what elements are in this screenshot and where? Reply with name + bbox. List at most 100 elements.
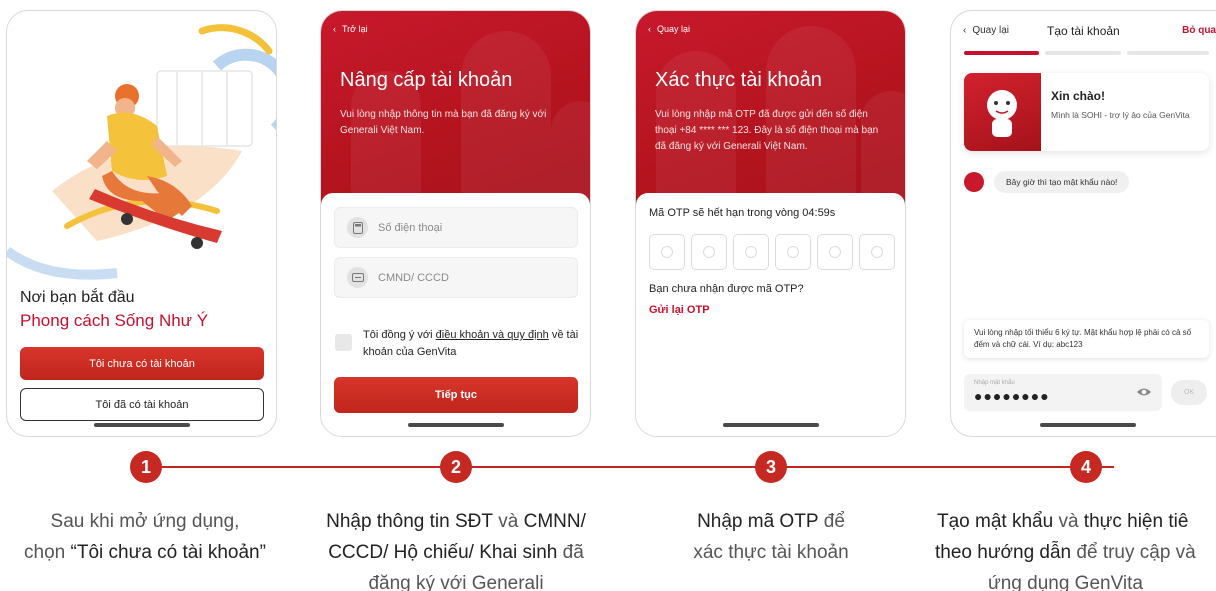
caption-text: và — [492, 511, 524, 532]
caption-line: chọn “Tôi chưa có tài khoản” — [0, 537, 290, 568]
skateboarder-illustration — [7, 24, 276, 280]
caption-line: ứng dụng GenVita — [988, 573, 1143, 591]
caption-emphasis: theo hướng dẫn — [935, 542, 1072, 563]
phone-screen-create-account: ‹ Quay lại Tạo tài khoản Bỏ qua Xin chào… — [950, 10, 1216, 437]
otp-expiry-text: Mã OTP sẽ hết hạn trong vòng 04:59s — [649, 207, 836, 219]
page-description: Vui lòng nhập mã OTP đã được gửi đến số … — [655, 109, 879, 152]
continue-button[interactable]: Tiếp tục — [334, 377, 578, 413]
greeting-title: Xin chào! — [1051, 89, 1106, 103]
caption-emphasis: Nhập thông tin SĐT — [326, 511, 493, 532]
step-caption-2: Nhập thông tin SĐT và CMNN/ CCCD/ Hộ chi… — [300, 506, 612, 591]
otp-digit-input[interactable] — [733, 234, 769, 270]
progress-step-active — [964, 51, 1039, 55]
phone-screen-upgrade: ‹ Trở lại Nâng cấp tài khoản Vui lòng nh… — [320, 10, 591, 437]
phone-screen-otp: ‹ Quay lại Xác thực tài khoản Vui lòng n… — [635, 10, 906, 437]
id-field[interactable]: CMND/ CCCD — [334, 257, 578, 298]
caption-emphasis: CMNN/ — [523, 511, 586, 532]
chat-bubble: Bây giờ thì tạo mật khẩu nào! — [994, 171, 1130, 193]
chat-message: Bây giờ thì tạo mật khẩu nào! — [964, 171, 1130, 193]
timeline-line — [146, 466, 1114, 468]
caption-emphasis: CCCD/ Hộ chiếu/ Khai sinh — [328, 542, 558, 563]
caption-line: Tạo mật khẩu và thực hiện tiê — [925, 506, 1216, 537]
chevron-left-icon: ‹ — [963, 25, 967, 36]
progress-step — [1045, 51, 1121, 55]
caption-emphasis: thực hiện tiê — [1083, 511, 1189, 532]
terms-text: Tôi đồng ý với điều khoản và quy định về… — [363, 327, 579, 361]
back-link[interactable]: ‹ Trở lại — [333, 24, 368, 34]
step-caption-3: Nhập mã OTP để xác thực tài khoản — [660, 506, 882, 568]
home-indicator — [407, 423, 504, 427]
mascot-avatar — [964, 172, 984, 192]
phone-screen-welcome: Nơi bạn bắt đầu Phong cách Sống Như Ý Tô… — [6, 10, 277, 437]
header-banner: ‹ Quay lại Xác thực tài khoản Vui lòng n… — [636, 11, 905, 209]
caption-line: Nhập mã OTP để — [660, 506, 882, 537]
home-indicator — [722, 423, 819, 427]
caption-text: để — [818, 511, 845, 532]
progress-step — [1127, 51, 1209, 55]
chevron-left-icon: ‹ — [333, 24, 336, 34]
step-badge-2: 2 — [440, 451, 472, 483]
header-banner: ‹ Trở lại Nâng cấp tài khoản Vui lòng nh… — [321, 11, 590, 209]
step-caption-4: Tạo mật khẩu và thực hiện tiê theo hướng… — [925, 506, 1216, 591]
step-badge-4: 4 — [1070, 451, 1102, 483]
otp-digit-input[interactable] — [775, 234, 811, 270]
caption-text: và — [1053, 511, 1084, 532]
password-label: Nhập mật khẩu — [974, 380, 1015, 386]
home-indicator — [1040, 423, 1136, 427]
greeting-description: Mình là SOHI - trợ lý ảo của GenVita — [1051, 110, 1190, 120]
welcome-headline: Nơi bạn bắt đầu — [20, 289, 135, 306]
back-label: Trở lại — [342, 24, 368, 34]
step-badge-1: 1 — [130, 451, 162, 483]
caption-text: chọn — [24, 542, 71, 563]
page-title: Tạo tài khoản — [1047, 24, 1120, 38]
eye-icon[interactable] — [1136, 385, 1152, 399]
step-caption-1: Sau khi mở ứng dụng, chọn “Tôi chưa có t… — [0, 506, 290, 568]
phone-placeholder: Số điện thoại — [378, 221, 443, 234]
no-account-button[interactable]: Tôi chưa có tài khoản — [20, 347, 264, 380]
caption-line: Sau khi mở ứng dụng, — [50, 511, 240, 532]
terms-prefix: Tôi đồng ý với — [363, 329, 436, 341]
password-field[interactable]: Nhập mật khẩu ●●●●●●●● — [964, 374, 1162, 411]
otp-digit-input[interactable] — [649, 234, 685, 270]
terms-link[interactable]: điều khoản và quy định — [436, 329, 549, 341]
caption-line: theo hướng dẫn để truy cập và — [925, 537, 1216, 568]
calculator-icon — [347, 217, 368, 238]
back-link[interactable]: ‹ Quay lại — [963, 25, 1009, 36]
password-hint: Vui lòng nhập tối thiểu 6 ký tự. Mật khẩ… — [964, 320, 1209, 358]
id-card-icon — [347, 267, 368, 288]
caption-emphasis: Nhập mã OTP — [697, 511, 819, 532]
back-label: Quay lại — [972, 25, 1010, 36]
resend-otp-link[interactable]: Gửi lại OTP — [649, 304, 710, 316]
caption-line: CCCD/ Hộ chiếu/ Khai sinh đã — [300, 537, 612, 568]
otp-digit-input[interactable] — [691, 234, 727, 270]
terms-checkbox[interactable] — [335, 334, 352, 351]
otp-not-received: Bạn chưa nhận được mã OTP? — [649, 283, 804, 295]
caption-text: đã — [557, 542, 584, 563]
otp-digit-input[interactable] — [817, 234, 853, 270]
skip-link[interactable]: Bỏ qua — [1182, 25, 1216, 36]
page-description: Vui lòng nhập thông tin mà bạn đã đăng k… — [340, 109, 547, 136]
back-label: Quay lại — [657, 24, 691, 34]
chevron-left-icon: ‹ — [648, 24, 651, 34]
otp-digit-input[interactable] — [859, 234, 895, 270]
caption-line: đăng ký với Generali — [368, 573, 544, 591]
caption-emphasis: “Tôi chưa có tài khoản” — [70, 542, 266, 563]
page-title: Xác thực tài khoản — [655, 69, 822, 91]
have-account-button[interactable]: Tôi đã có tài khoản — [20, 388, 264, 421]
caption-line: xác thực tài khoản — [693, 542, 849, 563]
caption-emphasis: Tạo mật khẩu — [937, 511, 1054, 532]
id-placeholder: CMND/ CCCD — [378, 271, 449, 284]
home-indicator — [93, 423, 190, 427]
assistant-intro-card: Xin chào! Mình là SOHI - trợ lý ảo của G… — [964, 73, 1209, 151]
step-badge-3: 3 — [755, 451, 787, 483]
password-value: ●●●●●●●● — [974, 388, 1050, 404]
mascot-image — [964, 73, 1041, 151]
back-link[interactable]: ‹ Quay lại — [648, 24, 690, 34]
phone-field[interactable]: Số điện thoại — [334, 207, 578, 248]
otp-inputs — [649, 234, 895, 270]
page-title: Nâng cấp tài khoản — [340, 69, 513, 91]
ok-button[interactable]: OK — [1171, 380, 1207, 405]
welcome-tagline: Phong cách Sống Như Ý — [20, 311, 209, 330]
caption-text: để truy cập và — [1071, 542, 1196, 563]
caption-line: Nhập thông tin SĐT và CMNN/ — [300, 506, 612, 537]
